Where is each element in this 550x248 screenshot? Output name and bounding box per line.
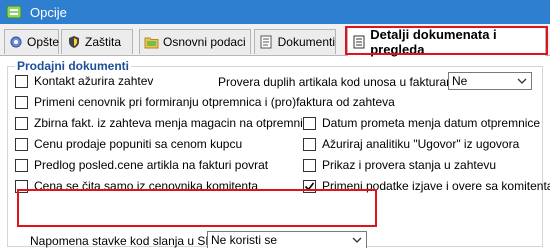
option-label: Zbirna fakt. iz zahteva menja magacin na… [34,116,312,130]
option-label: Datum prometa menja datum otpremnice [322,116,541,130]
checkbox[interactable] [15,95,28,109]
duplicate-check-select[interactable]: Ne [448,72,532,90]
tab-label: Opšte [27,35,60,49]
tab-osnovni-podaci[interactable]: Osnovni podaci [139,29,251,54]
window-body: Opšte Zaštita Osnovni podaci Dokumenti D… [0,24,550,248]
checkbox[interactable] [15,116,28,130]
tab-zastita[interactable]: Zaštita [61,29,133,54]
tab-label: Osnovni podaci [163,35,246,49]
option-zbirna-fakt[interactable]: Zbirna fakt. iz zahteva menja magacin na… [15,116,311,130]
window-title: Opcije [30,4,67,20]
sef-note-value: Ne koristi se [211,233,278,247]
duplicate-check-value: Ne [452,74,468,88]
tab-detalji-dokumenata[interactable]: Detalji dokumenata i pregleda [347,26,546,57]
chevron-down-icon [516,75,528,87]
option-cenu-prodaje[interactable]: Cenu prodaje popuniti sa cenom kupcu [15,137,242,151]
checkbox[interactable] [15,137,28,151]
option-azuriraj-analitiku[interactable]: Ažuriraj analitiku "Ugovor" iz ugovora [303,137,519,151]
option-kontakt-azurira-zahtev[interactable]: Kontakt ažurira zahtev [15,74,153,88]
checkbox[interactable] [15,158,28,172]
group-title: Prodajni dokumenti [15,59,132,73]
document-icon [259,35,274,50]
tab-label: Zaštita [85,35,122,49]
document-details-icon [352,34,366,49]
option-datum-prometa[interactable]: Datum prometa menja datum otpremnice [303,116,540,130]
tab-opste[interactable]: Opšte [4,29,59,54]
checkbox[interactable] [303,158,316,172]
gear-icon [9,35,23,50]
sef-note-highlight [17,189,377,227]
sef-note-label: Napomena stavke kod slanja u SEF: [30,234,225,248]
option-prikaz-stanja[interactable]: Prikaz i provera stanja u zahtevu [303,158,496,172]
option-label: Prikaz i provera stanja u zahtevu [322,158,497,172]
sef-note-select[interactable]: Ne koristi se [207,231,367,248]
option-predlog-posled-cene[interactable]: Predlog posled.cene artikla na fakturi p… [15,158,268,172]
option-label: Predlog posled.cene artikla na fakturi p… [34,158,269,172]
app-icon [6,5,22,19]
checkbox[interactable] [303,137,316,151]
option-primeni-cenovnik[interactable]: Primeni cenovnik pri formiranju otpremni… [15,95,395,109]
tab-label: Dokumenti [277,35,335,49]
option-label: Ažuriraj analitiku "Ugovor" iz ugovora [322,137,520,151]
chevron-down-icon [351,234,363,246]
folder-icon [144,35,159,50]
checkbox[interactable] [15,74,28,88]
tab-label: Detalji dokumenata i pregleda [370,26,497,57]
option-label: Cenu prodaje popuniti sa cenom kupcu [34,137,243,151]
tab-dokumenti[interactable]: Dokumenti [254,29,336,54]
checkbox[interactable] [303,116,316,130]
duplicate-check-label: Provera duplih artikala kod unosa u fakt… [218,75,467,89]
shield-icon [66,35,81,50]
title-bar: Opcije [0,0,550,24]
option-label: Kontakt ažurira zahtev [34,74,154,88]
option-label: Primeni cenovnik pri formiranju otpremni… [34,95,395,109]
